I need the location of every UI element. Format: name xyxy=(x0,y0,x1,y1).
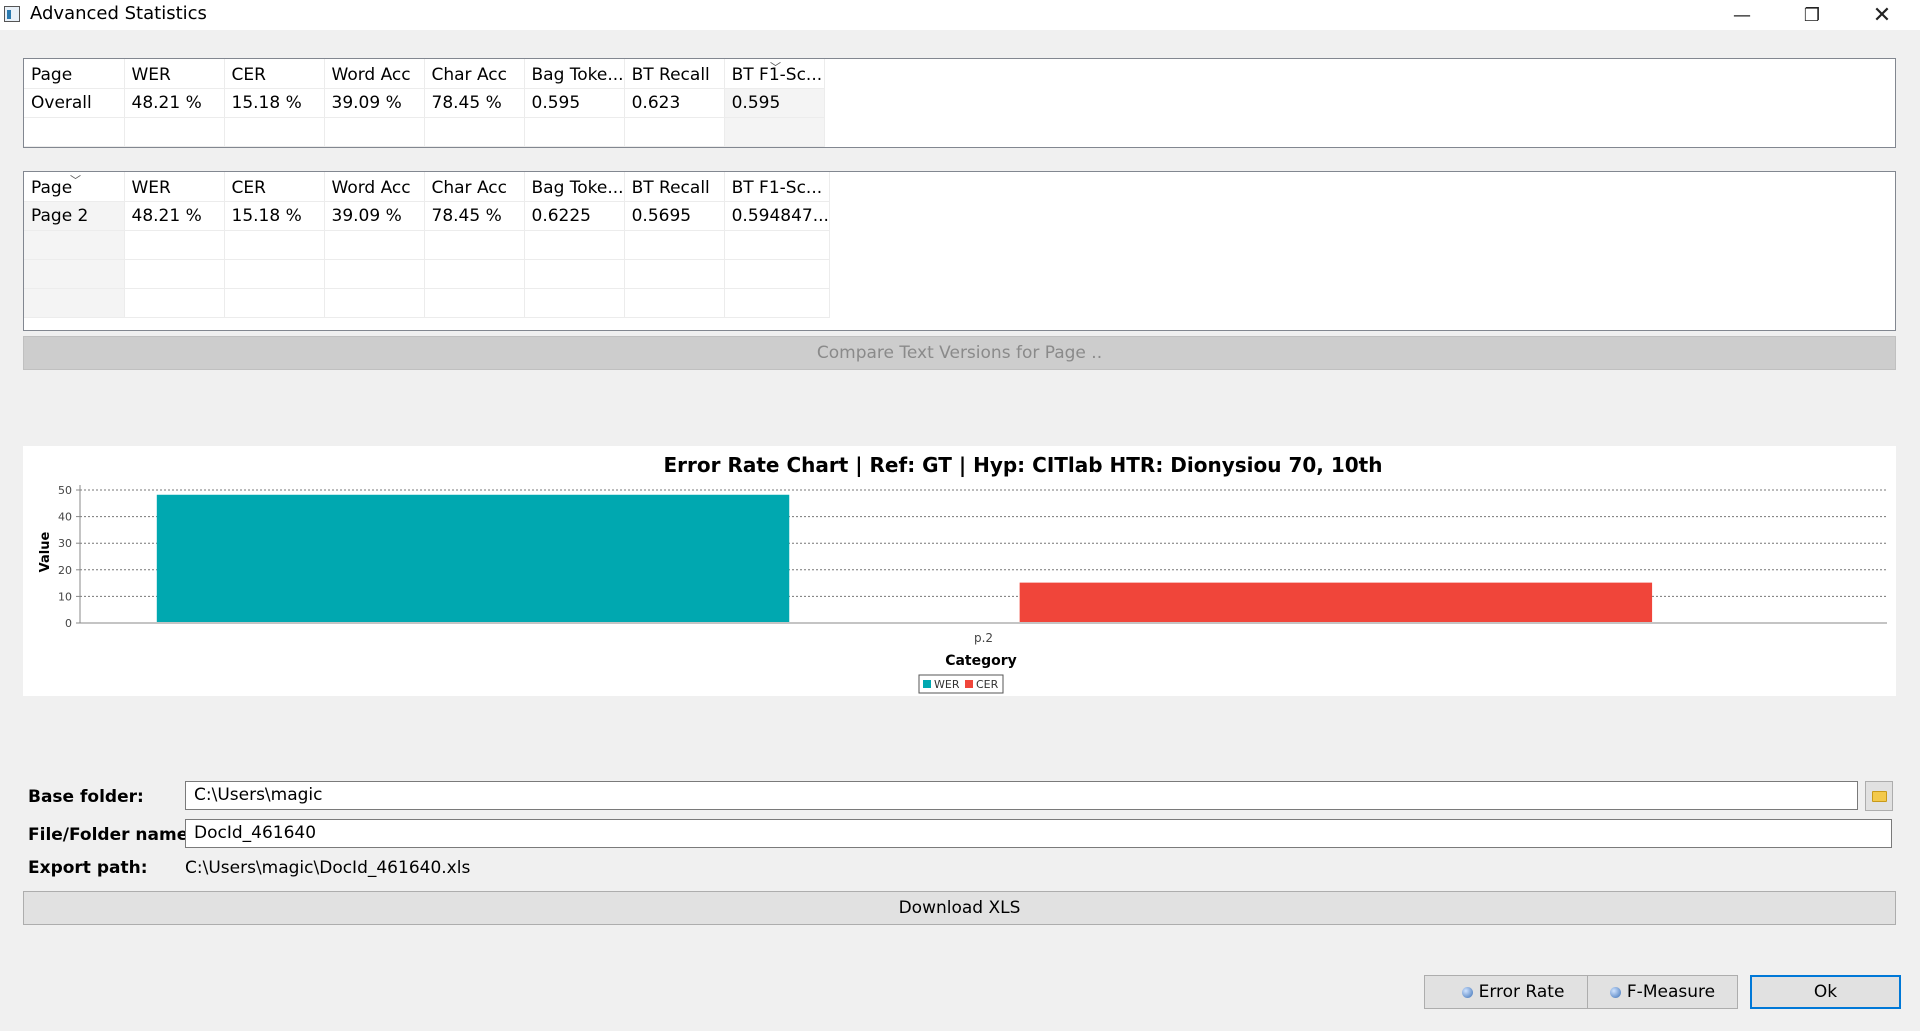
legend-swatch-wer xyxy=(923,680,931,688)
base-folder-input[interactable]: C:\Users\magic xyxy=(185,781,1858,810)
cell-char-acc: 78.45 % xyxy=(424,88,525,118)
cell-cer: 15.18 % xyxy=(224,201,325,231)
column-header-bt-recall[interactable]: BT Recall xyxy=(624,59,725,89)
sort-indicator-icon: ﹀ xyxy=(770,61,781,74)
cell-bt-f1: 0.594847... xyxy=(724,201,830,231)
export-path-label: Export path: xyxy=(28,858,148,878)
ok-button[interactable]: Ok xyxy=(1750,975,1901,1009)
column-header-bag-tokens[interactable]: Bag Toke... xyxy=(524,172,625,202)
info-bullet-icon xyxy=(1609,986,1621,998)
restore-button[interactable]: ❐ xyxy=(1782,0,1842,30)
cell-word-acc: 39.09 % xyxy=(324,88,425,118)
table-header-row: Page WER CER Word Acc Char Acc Bag Toke.… xyxy=(24,59,825,89)
export-path-value: C:\Users\magic\DocId_461640.xls xyxy=(185,858,471,878)
cell-bag-tokens: 0.6225 xyxy=(524,201,625,231)
column-header-word-acc[interactable]: Word Acc xyxy=(324,59,425,89)
f-measure-button-label: F-Measure xyxy=(1626,982,1716,1002)
bar-cer xyxy=(1019,582,1653,622)
table-row[interactable]: Overall 48.21 % 15.18 % 39.09 % 78.45 % … xyxy=(24,88,825,118)
page-stats-table[interactable]: Page WER CER Word Acc Char Acc Bag Toke.… xyxy=(23,171,1896,331)
chart-title: Error Rate Chart | Ref: GT | Hyp: CITlab… xyxy=(664,453,1383,477)
cell-word-acc: 39.09 % xyxy=(324,201,425,231)
file-name-label: File/Folder name: xyxy=(28,825,196,845)
info-bullet-icon xyxy=(1461,986,1473,998)
error-rate-button[interactable]: Error Rate xyxy=(1424,975,1602,1009)
cell-page: Overall xyxy=(24,88,125,118)
column-header-word-acc[interactable]: Word Acc xyxy=(324,172,425,202)
column-header-char-acc[interactable]: Char Acc xyxy=(424,59,525,89)
y-tick-label: 50 xyxy=(58,484,72,497)
cell-bt-recall: 0.5695 xyxy=(624,201,725,231)
browse-folder-button[interactable] xyxy=(1865,781,1893,811)
x-tick-label: p.2 xyxy=(974,631,993,645)
cell-wer: 48.21 % xyxy=(124,201,225,231)
column-header-wer[interactable]: WER xyxy=(124,172,225,202)
y-tick-label: 20 xyxy=(58,564,72,577)
download-xls-button[interactable]: Download XLS xyxy=(23,891,1896,925)
folder-icon xyxy=(1871,790,1887,802)
empty-row xyxy=(24,259,830,289)
y-tick-label: 0 xyxy=(65,617,72,630)
cell-char-acc: 78.45 % xyxy=(424,201,525,231)
file-name-input[interactable]: DocId_461640 xyxy=(185,819,1892,848)
f-measure-button[interactable]: F-Measure xyxy=(1587,975,1738,1009)
y-axis-label: Value xyxy=(38,531,53,572)
bar-wer xyxy=(156,494,790,622)
column-header-cer[interactable]: CER xyxy=(224,59,325,89)
title-bar: Advanced Statistics — ❐ ✕ xyxy=(0,0,1920,30)
chart-legend: WER CER xyxy=(918,674,1004,694)
window-title: Advanced Statistics xyxy=(30,3,207,24)
legend-swatch-cer xyxy=(965,680,973,688)
close-button[interactable]: ✕ xyxy=(1852,0,1912,30)
empty-row xyxy=(24,230,830,260)
legend-label-wer: WER xyxy=(934,678,960,691)
cell-wer: 48.21 % xyxy=(124,88,225,118)
x-axis-label: Category xyxy=(945,653,1017,669)
table-row[interactable]: Page 2 48.21 % 15.18 % 39.09 % 78.45 % 0… xyxy=(24,201,830,231)
column-header-page[interactable]: Page xyxy=(24,59,125,89)
cell-page: Page 2 xyxy=(24,201,125,231)
empty-row xyxy=(24,288,830,318)
y-tick-label: 40 xyxy=(58,511,72,524)
overall-stats-table[interactable]: Page WER CER Word Acc Char Acc Bag Toke.… xyxy=(23,58,1896,148)
compare-text-versions-button[interactable]: Compare Text Versions for Page .. xyxy=(23,336,1896,370)
chart-canvas: Error Rate Chart | Ref: GT | Hyp: CITlab… xyxy=(38,453,1887,694)
cell-bt-f1: 0.595 xyxy=(724,88,825,118)
y-tick-label: 10 xyxy=(58,590,72,603)
column-header-cer[interactable]: CER xyxy=(224,172,325,202)
column-header-bt-recall[interactable]: BT Recall xyxy=(624,172,725,202)
cell-bt-recall: 0.623 xyxy=(624,88,725,118)
column-header-char-acc[interactable]: Char Acc xyxy=(424,172,525,202)
error-rate-chart: Error Rate Chart | Ref: GT | Hyp: CITlab… xyxy=(23,446,1896,696)
column-header-wer[interactable]: WER xyxy=(124,59,225,89)
base-folder-label: Base folder: xyxy=(28,787,144,807)
empty-row xyxy=(24,117,825,147)
table-header-row: Page WER CER Word Acc Char Acc Bag Toke.… xyxy=(24,172,830,202)
column-header-bt-f1[interactable]: BT F1-Sc... xyxy=(724,172,830,202)
column-header-bag-tokens[interactable]: Bag Toke... xyxy=(524,59,625,89)
y-tick-label: 30 xyxy=(58,537,72,550)
legend-label-cer: CER xyxy=(976,678,999,691)
cell-bag-tokens: 0.595 xyxy=(524,88,625,118)
app-icon xyxy=(4,6,20,22)
error-rate-button-label: Error Rate xyxy=(1478,982,1565,1002)
minimize-button[interactable]: — xyxy=(1712,0,1772,30)
sort-indicator-icon: ﹀ xyxy=(70,174,81,187)
cell-cer: 15.18 % xyxy=(224,88,325,118)
